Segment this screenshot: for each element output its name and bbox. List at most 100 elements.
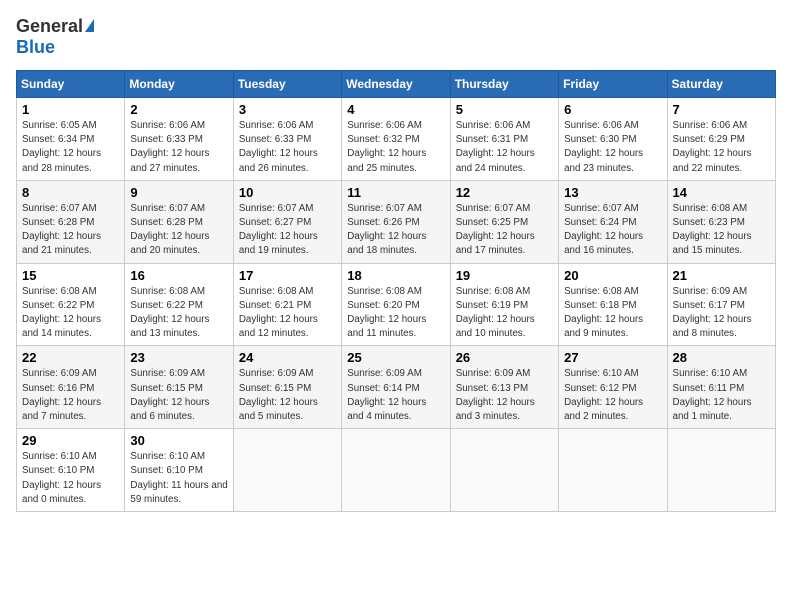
day-number: 27 [564,350,661,365]
calendar-day-cell: 23Sunrise: 6:09 AMSunset: 6:15 PMDayligh… [125,346,233,429]
day-info: Sunrise: 6:06 AMSunset: 6:31 PMDaylight:… [456,119,553,176]
day-number: 11 [347,185,444,200]
calendar-day-cell: 1 Sunrise: 6:05 AMSunset: 6:34 PMDaylight… [17,98,125,181]
day-info: Sunrise: 6:07 AMSunset: 6:24 PMDaylight:… [564,202,661,259]
day-info: Sunrise: 6:10 AMSunset: 6:10 PMDaylight:… [130,450,227,507]
calendar-header-cell: Sunday [17,71,125,98]
day-number: 12 [456,185,553,200]
day-info: Sunrise: 6:06 AMSunset: 6:33 PMDaylight:… [130,119,227,176]
day-info: Sunrise: 6:09 AMSunset: 6:15 PMDaylight:… [239,367,336,424]
calendar-header-cell: Saturday [667,71,775,98]
day-info: Sunrise: 6:08 AMSunset: 6:22 PMDaylight:… [22,285,119,342]
day-info: Sunrise: 6:06 AMSunset: 6:33 PMDaylight:… [239,119,336,176]
calendar-day-cell: 9 Sunrise: 6:07 AMSunset: 6:28 PMDaylight… [125,180,233,263]
day-number: 22 [22,350,119,365]
day-number: 19 [456,268,553,283]
day-number: 14 [673,185,770,200]
calendar-day-cell: 19 Sunrise: 6:08 AMSunset: 6:19 PMDayligh… [450,263,558,346]
logo-general-text: General [16,16,83,37]
day-number: 29 [22,433,119,448]
day-number: 15 [22,268,119,283]
day-info: Sunrise: 6:09 AMSunset: 6:13 PMDaylight:… [456,367,553,424]
logo-triangle-icon [85,19,94,32]
day-info: Sunrise: 6:09 AMSunset: 6:17 PMDaylight:… [673,285,770,342]
calendar-day-cell: 24 Sunrise: 6:09 AMSunset: 6:15 PMDayligh… [233,346,341,429]
calendar-day-cell: 8 Sunrise: 6:07 AMSunset: 6:28 PMDaylight… [17,180,125,263]
calendar-day-cell [667,429,775,512]
day-number: 10 [239,185,336,200]
calendar-day-cell: 18 Sunrise: 6:08 AMSunset: 6:20 PMDayligh… [342,263,450,346]
day-number: 17 [239,268,336,283]
calendar-day-cell: 10 Sunrise: 6:07 AMSunset: 6:27 PMDayligh… [233,180,341,263]
calendar-header-cell: Wednesday [342,71,450,98]
day-info: Sunrise: 6:08 AMSunset: 6:21 PMDaylight:… [239,285,336,342]
day-info: Sunrise: 6:07 AMSunset: 6:28 PMDaylight:… [130,202,227,259]
day-number: 6 [564,102,661,117]
calendar-day-cell [450,429,558,512]
day-number: 16 [130,268,227,283]
calendar-week-row: 8 Sunrise: 6:07 AMSunset: 6:28 PMDaylight… [17,180,776,263]
calendar-day-cell [342,429,450,512]
calendar-day-cell: 5 Sunrise: 6:06 AMSunset: 6:31 PMDaylight… [450,98,558,181]
day-info: Sunrise: 6:08 AMSunset: 6:18 PMDaylight:… [564,285,661,342]
calendar-day-cell: 26 Sunrise: 6:09 AMSunset: 6:13 PMDayligh… [450,346,558,429]
calendar-day-cell: 21Sunrise: 6:09 AMSunset: 6:17 PMDayligh… [667,263,775,346]
calendar-week-row: 29 Sunrise: 6:10 AMSunset: 6:10 PMDayligh… [17,429,776,512]
calendar-day-cell: 29 Sunrise: 6:10 AMSunset: 6:10 PMDayligh… [17,429,125,512]
day-number: 28 [673,350,770,365]
calendar-day-cell: 28 Sunrise: 6:10 AMSunset: 6:11 PMDayligh… [667,346,775,429]
day-info: Sunrise: 6:06 AMSunset: 6:32 PMDaylight:… [347,119,444,176]
day-info: Sunrise: 6:07 AMSunset: 6:27 PMDaylight:… [239,202,336,259]
day-info: Sunrise: 6:10 AMSunset: 6:11 PMDaylight:… [673,367,770,424]
day-info: Sunrise: 6:08 AMSunset: 6:19 PMDaylight:… [456,285,553,342]
day-number: 7 [673,102,770,117]
calendar-header-cell: Tuesday [233,71,341,98]
logo-blue-text: Blue [16,37,94,58]
calendar-day-cell: 12 Sunrise: 6:07 AMSunset: 6:25 PMDayligh… [450,180,558,263]
day-info: Sunrise: 6:06 AMSunset: 6:29 PMDaylight:… [673,119,770,176]
day-number: 30 [130,433,227,448]
calendar-day-cell [233,429,341,512]
calendar-day-cell: 13 Sunrise: 6:07 AMSunset: 6:24 PMDayligh… [559,180,667,263]
calendar-header-cell: Friday [559,71,667,98]
calendar-day-cell: 30 Sunrise: 6:10 AMSunset: 6:10 PMDayligh… [125,429,233,512]
calendar-day-cell: 4 Sunrise: 6:06 AMSunset: 6:32 PMDaylight… [342,98,450,181]
day-info: Sunrise: 6:10 AMSunset: 6:10 PMDaylight:… [22,450,119,507]
calendar-day-cell: 27 Sunrise: 6:10 AMSunset: 6:12 PMDayligh… [559,346,667,429]
day-info: Sunrise: 6:08 AMSunset: 6:20 PMDaylight:… [347,285,444,342]
day-number: 24 [239,350,336,365]
day-info: Sunrise: 6:08 AMSunset: 6:22 PMDaylight:… [130,285,227,342]
calendar-day-cell: 3Sunrise: 6:06 AMSunset: 6:33 PMDaylight… [233,98,341,181]
day-number: 9 [130,185,227,200]
day-info: Sunrise: 6:08 AMSunset: 6:23 PMDaylight:… [673,202,770,259]
day-info: Sunrise: 6:05 AMSunset: 6:34 PMDaylight:… [22,119,119,176]
day-number: 23 [130,350,227,365]
calendar-header-cell: Monday [125,71,233,98]
logo-image: General Blue [16,16,94,58]
calendar-table: SundayMondayTuesdayWednesdayThursdayFrid… [16,70,776,512]
calendar-day-cell: 7 Sunrise: 6:06 AMSunset: 6:29 PMDaylight… [667,98,775,181]
day-number: 13 [564,185,661,200]
calendar-day-cell: 17 Sunrise: 6:08 AMSunset: 6:21 PMDayligh… [233,263,341,346]
day-info: Sunrise: 6:07 AMSunset: 6:25 PMDaylight:… [456,202,553,259]
calendar-week-row: 22 Sunrise: 6:09 AMSunset: 6:16 PMDayligh… [17,346,776,429]
day-number: 4 [347,102,444,117]
day-info: Sunrise: 6:07 AMSunset: 6:28 PMDaylight:… [22,202,119,259]
day-number: 8 [22,185,119,200]
day-number: 5 [456,102,553,117]
calendar-body: 1 Sunrise: 6:05 AMSunset: 6:34 PMDaylight… [17,98,776,512]
day-info: Sunrise: 6:10 AMSunset: 6:12 PMDaylight:… [564,367,661,424]
page-header: General Blue [16,16,776,58]
day-info: Sunrise: 6:06 AMSunset: 6:30 PMDaylight:… [564,119,661,176]
calendar-day-cell: 25Sunrise: 6:09 AMSunset: 6:14 PMDayligh… [342,346,450,429]
day-number: 26 [456,350,553,365]
day-info: Sunrise: 6:09 AMSunset: 6:16 PMDaylight:… [22,367,119,424]
calendar-day-cell: 15 Sunrise: 6:08 AMSunset: 6:22 PMDayligh… [17,263,125,346]
calendar-day-cell: 22 Sunrise: 6:09 AMSunset: 6:16 PMDayligh… [17,346,125,429]
day-info: Sunrise: 6:09 AMSunset: 6:14 PMDaylight:… [347,367,444,424]
day-number: 1 [22,102,119,117]
calendar-header-row: SundayMondayTuesdayWednesdayThursdayFrid… [17,71,776,98]
day-number: 18 [347,268,444,283]
logo: General Blue [16,16,94,58]
calendar-week-row: 1 Sunrise: 6:05 AMSunset: 6:34 PMDaylight… [17,98,776,181]
